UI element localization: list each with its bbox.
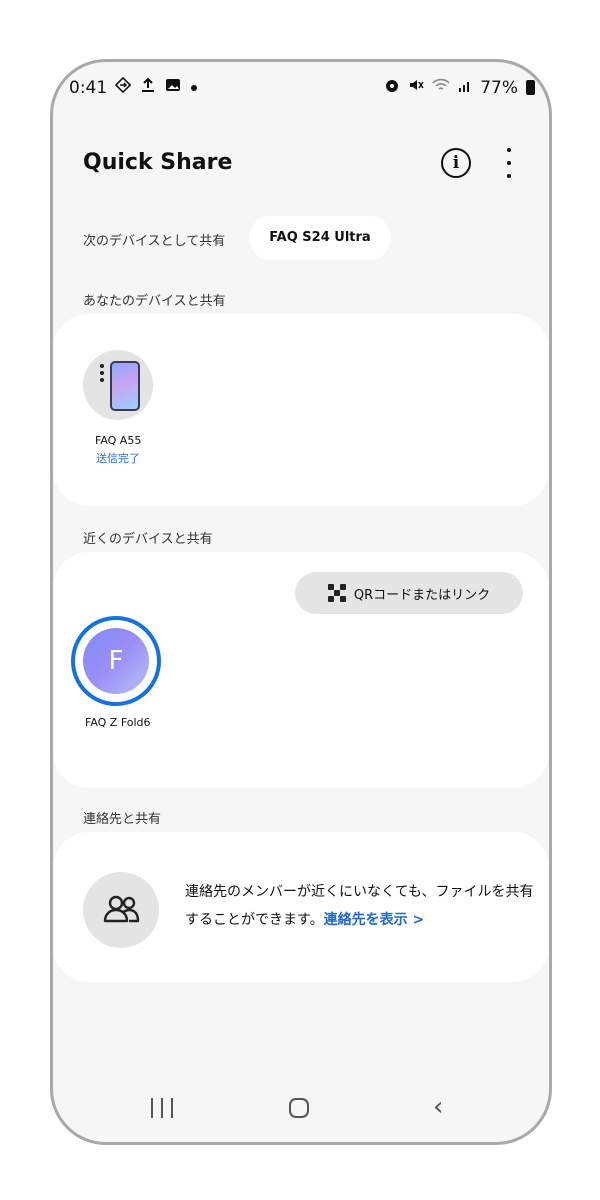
view-contacts-link[interactable]: 連絡先を表示 > [324,912,425,928]
phone-image-icon [110,361,140,411]
people-icon [103,895,140,923]
image-icon [165,77,181,98]
battery-level: 77% [480,77,518,98]
info-icon[interactable]: i [441,148,471,178]
qr-code-link-button[interactable]: QRコードまたはリンク [295,572,523,614]
battery-icon [526,80,535,95]
page-title: Quick Share [83,150,233,175]
notification-dot [191,84,197,91]
device-a55-name: FAQ A55 [95,434,142,447]
share-as-label: 次のデバイスとして共有 [83,234,226,249]
your-devices-card: FAQ A55 送信完了 [53,314,549,506]
qr-code-icon [327,584,346,602]
contacts-label: 連絡先と共有 [83,812,162,827]
back-icon[interactable]: ‹ [433,1092,443,1122]
contacts-description: 連絡先のメンバーが近くにいなくても、ファイルを共有することができます。連絡先を表… [185,878,537,934]
sync-icon [114,76,132,98]
navigation-bar: ‹ [53,1072,549,1142]
recent-apps-icon[interactable] [151,1098,173,1118]
home-icon[interactable] [289,1098,309,1118]
qr-code-link-label: QRコードまたはリンク [353,587,491,603]
contacts-card: 連絡先のメンバーが近くにいなくても、ファイルを共有することができます。連絡先を表… [53,832,549,982]
nearby-devices-card: QRコードまたはリンク F FAQ Z Fold6 [53,552,549,788]
contacts-avatar[interactable] [83,872,159,948]
status-time: 0:41 [69,78,108,98]
signal-icon [458,77,472,98]
device-fold6-selection-ring[interactable]: F [71,616,161,706]
device-a55-avatar[interactable] [83,350,153,420]
alarm-icon [384,77,400,98]
nearby-devices-label: 近くのデバイスと共有 [83,532,213,547]
your-devices-label: あなたのデバイスと共有 [83,294,226,309]
wifi-icon [432,77,450,98]
device-a55-status: 送信完了 [96,452,140,465]
phone-screen: 0:41 77% Quick Share i 次のデバイスとして共有 FAQ S… [50,59,552,1145]
status-right-icons: 77% [384,77,535,98]
share-as-device-button[interactable]: FAQ S24 Ultra [249,216,391,260]
device-fold6-name: FAQ Z Fold6 [85,716,151,729]
device-fold6-avatar: F [83,628,149,694]
more-options-icon[interactable] [503,148,515,178]
mute-icon [408,77,424,98]
status-bar: 0:41 77% [53,74,549,102]
status-left-icons [114,76,197,98]
upload-icon [141,77,155,98]
phone-camera-icon [100,364,104,382]
